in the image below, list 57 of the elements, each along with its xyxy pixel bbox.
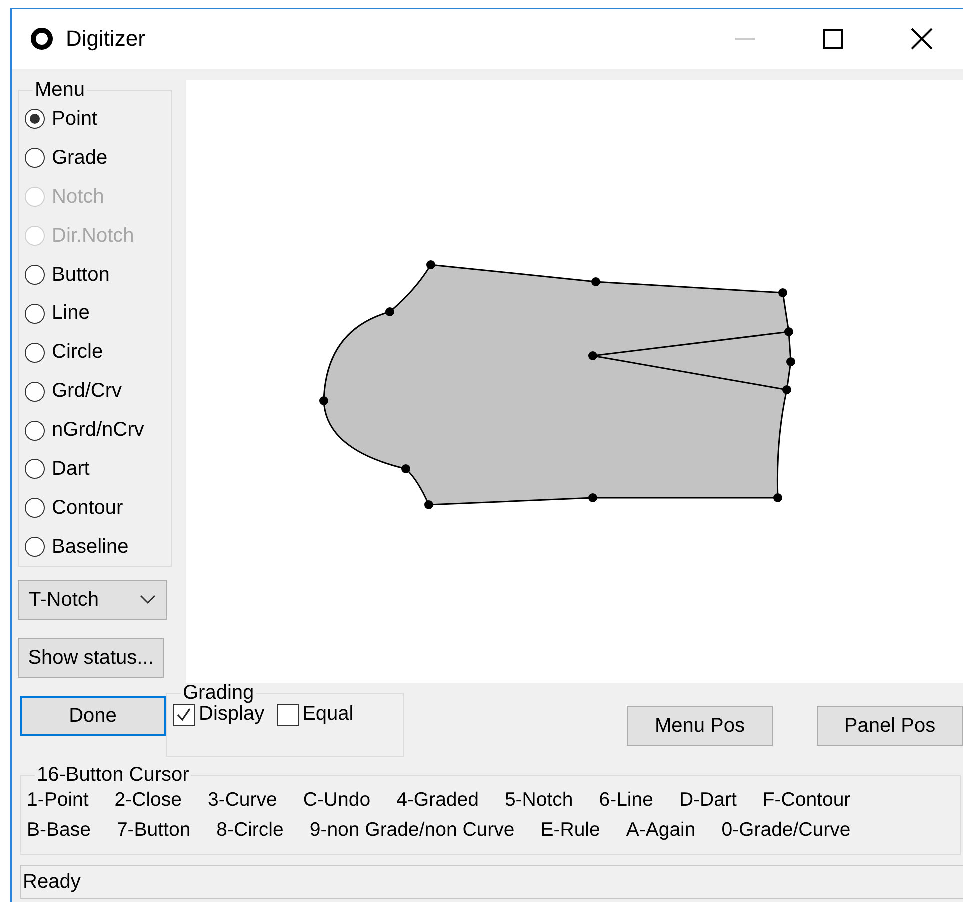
done-button[interactable]: Done [20, 696, 166, 736]
key-legend-text: 0-Grade/Curve [722, 818, 851, 843]
radio-button[interactable] [25, 382, 45, 402]
key-legend-text: 2-Close [114, 788, 182, 813]
radio-button[interactable] [25, 459, 45, 480]
radio-label: Line [52, 302, 90, 326]
checkbox[interactable] [276, 704, 299, 726]
checkbox-label: Equal [302, 703, 354, 726]
key-legend-text: 5-Notch [504, 788, 574, 813]
radio-button[interactable] [25, 265, 45, 285]
radio-button[interactable] [25, 420, 45, 441]
radio-label: Baseline [52, 536, 129, 559]
key-legend-text: 9-non Grade/non Curve [310, 818, 515, 843]
group-label: Grading [182, 683, 256, 703]
show-status-button[interactable]: Show status... [18, 638, 164, 678]
window-title: Digitizer [66, 26, 146, 52]
radio-button[interactable] [25, 537, 45, 558]
radio-button[interactable] [25, 342, 45, 363]
radio-label: Button [52, 264, 110, 286]
position-button[interactable]: Panel Pos [817, 706, 963, 746]
radio-label: Dart [52, 458, 90, 481]
key-legend-text: 4-Graded [396, 788, 479, 813]
key-legend-text: 3-Curve [208, 788, 278, 813]
radio-label: Dir.Notch [52, 224, 134, 248]
key-legend-text: F-Contour [762, 788, 851, 813]
group-label: Menu [34, 80, 86, 100]
key-legend-text: E-Rule [540, 818, 600, 843]
maximize-icon[interactable] [823, 29, 843, 49]
key-legend-text: 7-Button [116, 818, 191, 843]
key-legend-text: 8-Circle [216, 818, 284, 843]
check-mark-icon [175, 706, 193, 724]
group-label: 16-Button Cursor [36, 765, 190, 785]
key-legend-text: 6-Line [599, 788, 654, 813]
close-icon[interactable] [911, 28, 933, 50]
chevron-icon [140, 595, 156, 605]
radio-button[interactable] [25, 304, 45, 324]
radio-button[interactable] [25, 498, 45, 518]
radio-label: Notch [52, 186, 104, 209]
key-legend-text: A-Again [626, 818, 696, 843]
radio-label: nGrd/nCrv [52, 419, 144, 442]
key-legend-text: 1-Point [27, 788, 89, 813]
checkbox-label: Display [199, 703, 265, 726]
notch-dropdown[interactable]: T-Notch [18, 580, 167, 620]
key-legend-text: C-Undo [303, 788, 371, 813]
status-text: Ready [23, 870, 81, 894]
radio-label: Grade [52, 146, 108, 170]
checkbox[interactable] [173, 704, 195, 726]
position-button[interactable]: Menu Pos [627, 706, 773, 746]
radio-label: Grd/Crv [52, 380, 122, 404]
radio-button[interactable] [25, 148, 45, 168]
key-legend-text: D-Dart [679, 788, 737, 813]
ring-icon [30, 27, 54, 51]
radio-label: Point [52, 108, 98, 131]
radio-button[interactable] [25, 109, 45, 130]
key-legend-text: B-Base [27, 818, 91, 843]
radio-label: Circle [52, 341, 104, 364]
radio-label: Contour [52, 496, 124, 520]
